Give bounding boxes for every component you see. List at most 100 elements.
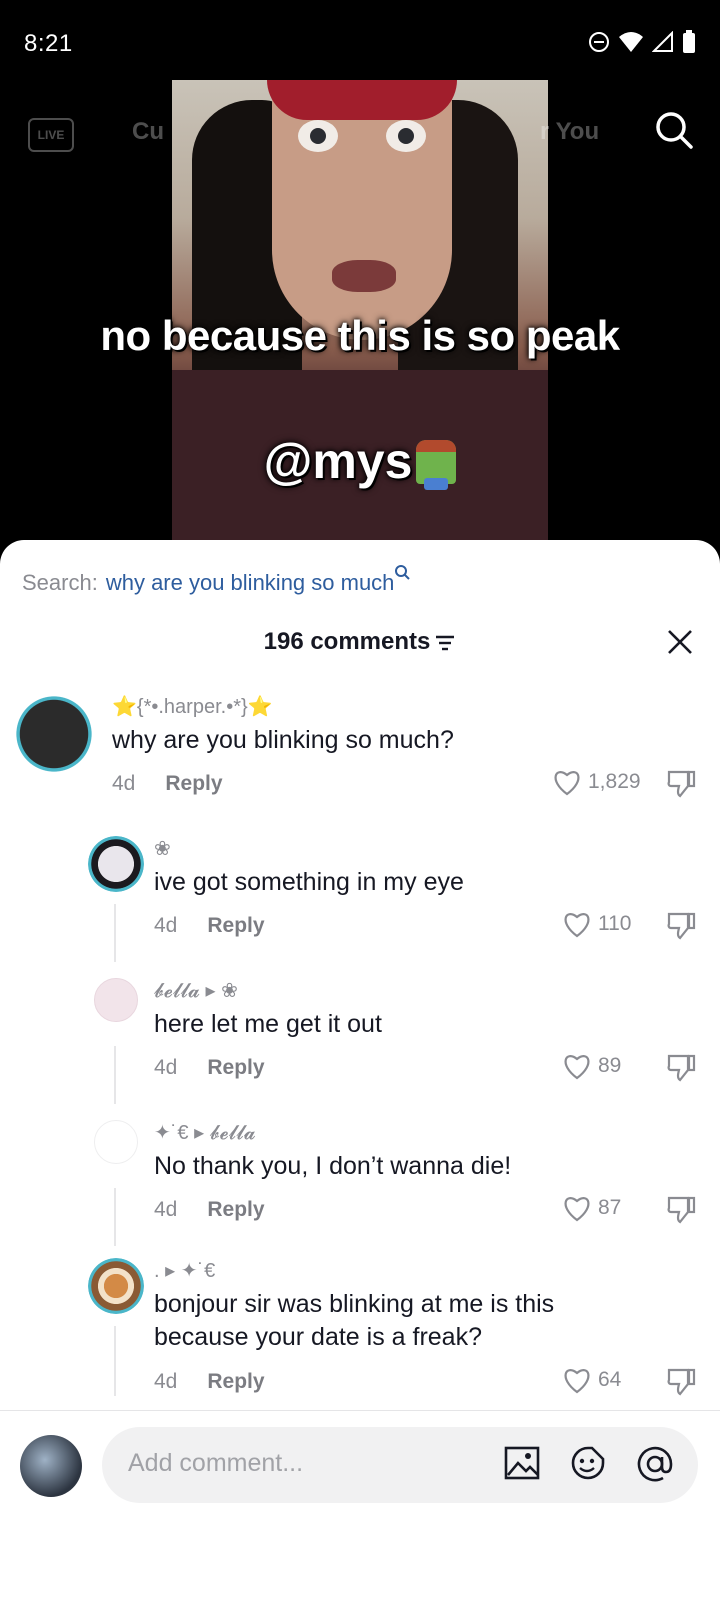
like-button[interactable]: 89 bbox=[562, 1052, 621, 1080]
avatar[interactable] bbox=[88, 1258, 144, 1314]
wifi-icon bbox=[619, 32, 643, 52]
search-suggestion-query[interactable]: why are you blinking so much bbox=[106, 570, 395, 595]
comment-meta: 4d Reply bbox=[154, 914, 265, 938]
status-time: 8:21 bbox=[24, 30, 73, 57]
thread-line bbox=[114, 1326, 116, 1396]
comments-header: 196 comments bbox=[0, 620, 720, 664]
reply-item: 𝓫𝓮𝓵𝓵𝓪 ▸ ❀ here let me get it out 4d Reply… bbox=[0, 978, 720, 1108]
battery-icon bbox=[683, 30, 695, 53]
thread-line bbox=[114, 1188, 116, 1246]
comment-meta: 4d Reply bbox=[154, 1056, 265, 1080]
comment-text: why are you blinking so much? bbox=[112, 726, 454, 754]
avatar[interactable] bbox=[14, 694, 94, 774]
mention-button[interactable] bbox=[636, 1445, 674, 1488]
status-icons bbox=[588, 30, 696, 54]
search-icon bbox=[656, 112, 693, 149]
like-button[interactable]: 1,829 bbox=[552, 768, 641, 796]
like-count: 89 bbox=[598, 1054, 622, 1077]
thread-line bbox=[114, 904, 116, 962]
avatar[interactable] bbox=[94, 978, 138, 1022]
do-not-disturb-icon bbox=[589, 32, 609, 52]
comment-username[interactable]: . ▸ ✦˙€ bbox=[154, 1258, 215, 1283]
comment-age: 4d bbox=[112, 772, 136, 795]
search-suggestion-label: Search: bbox=[22, 570, 98, 595]
dislike-button[interactable] bbox=[666, 1052, 696, 1087]
tab-following[interactable]: Cu bbox=[132, 118, 164, 146]
reply-button[interactable]: Reply bbox=[207, 1198, 264, 1221]
my-avatar[interactable] bbox=[20, 1435, 82, 1497]
close-icon bbox=[668, 630, 692, 654]
dislike-button[interactable] bbox=[666, 1194, 696, 1229]
dislike-button[interactable] bbox=[666, 1366, 696, 1401]
comment-input-bar: Add comment... bbox=[0, 1410, 720, 1511]
comment-meta: 4d Reply bbox=[112, 772, 223, 796]
dislike-icon bbox=[667, 770, 696, 798]
like-button[interactable]: 64 bbox=[562, 1366, 621, 1394]
emoji-icon bbox=[571, 1446, 605, 1480]
dislike-icon bbox=[667, 912, 696, 940]
comment-age: 4d bbox=[154, 1370, 178, 1393]
comment-meta: 4d Reply bbox=[154, 1370, 265, 1394]
avatar[interactable] bbox=[88, 836, 144, 892]
comment-age: 4d bbox=[154, 914, 178, 937]
emoji-button[interactable] bbox=[570, 1445, 606, 1486]
tab-for-you[interactable]: r You bbox=[540, 118, 599, 146]
sort-icon[interactable] bbox=[434, 634, 456, 652]
image-icon bbox=[504, 1446, 540, 1480]
like-button[interactable]: 110 bbox=[562, 910, 631, 938]
comment-username[interactable]: ✦˙€ ▸ 𝓫𝓮𝓵𝓵𝓪 bbox=[154, 1120, 256, 1145]
dislike-icon bbox=[667, 1054, 696, 1082]
signal-icon bbox=[652, 31, 673, 52]
heart-icon bbox=[564, 1055, 590, 1080]
system-nav-area bbox=[0, 1510, 720, 1600]
zombie-emoji-icon bbox=[416, 440, 457, 490]
video-mouth bbox=[332, 260, 396, 292]
like-count: 1,829 bbox=[588, 770, 641, 793]
comment-username[interactable]: ⭐{*•.harper.•*}⭐ bbox=[112, 694, 273, 719]
comments-count[interactable]: 196 comments bbox=[0, 620, 720, 664]
like-count: 110 bbox=[598, 912, 632, 935]
comment-username[interactable]: 𝓫𝓮𝓵𝓵𝓪 ▸ ❀ bbox=[154, 978, 238, 1003]
mention-icon bbox=[637, 1446, 673, 1482]
comment-username[interactable]: ❀ bbox=[154, 836, 171, 861]
heart-icon bbox=[564, 913, 590, 938]
dislike-button[interactable] bbox=[666, 768, 696, 803]
heart-icon bbox=[564, 1369, 590, 1394]
image-button[interactable] bbox=[504, 1445, 540, 1486]
search-suggestion[interactable]: Search: why are you blinking so much bbox=[22, 564, 411, 596]
like-count: 87 bbox=[598, 1196, 622, 1219]
like-count: 64 bbox=[598, 1368, 622, 1391]
reply-button[interactable]: Reply bbox=[207, 1370, 264, 1393]
video-mention: @mys bbox=[263, 433, 413, 489]
dislike-icon bbox=[667, 1196, 696, 1224]
comment-text: bonjour sir was blinking at me is this b… bbox=[154, 1290, 555, 1351]
search-icon bbox=[395, 565, 411, 580]
comment-text: ive got something in my eye bbox=[154, 868, 464, 896]
comments-count-label: 196 comments bbox=[263, 628, 431, 655]
reply-button[interactable]: Reply bbox=[165, 772, 222, 795]
reply-item: ❀ ive got something in my eye 4d Reply 11… bbox=[0, 836, 720, 966]
dislike-icon bbox=[667, 1368, 696, 1396]
video-caption: no because this is so peak bbox=[100, 312, 620, 359]
comment-text: No thank you, I don’t wanna die! bbox=[154, 1152, 512, 1180]
comment-item: ⭐{*•.harper.•*}⭐ why are you blinking so… bbox=[0, 690, 720, 810]
feed-tabs: LIVE Cu r You bbox=[0, 108, 720, 158]
reply-button[interactable]: Reply bbox=[207, 914, 264, 937]
comment-age: 4d bbox=[154, 1056, 178, 1079]
heart-icon bbox=[564, 1197, 590, 1222]
search-button[interactable] bbox=[654, 110, 694, 155]
comment-input-placeholder: Add comment... bbox=[128, 1449, 304, 1477]
live-icon[interactable]: LIVE bbox=[28, 118, 74, 152]
like-button[interactable]: 87 bbox=[562, 1194, 621, 1222]
status-bar: 8:21 bbox=[0, 0, 720, 90]
comment-age: 4d bbox=[154, 1198, 178, 1221]
close-comments-button[interactable] bbox=[666, 628, 694, 661]
avatar[interactable] bbox=[94, 1120, 138, 1164]
reply-item: ✦˙€ ▸ 𝓫𝓮𝓵𝓵𝓪 No thank you, I don’t wanna … bbox=[0, 1120, 720, 1250]
thread-line bbox=[114, 1046, 116, 1104]
reply-button[interactable]: Reply bbox=[207, 1056, 264, 1079]
dislike-button[interactable] bbox=[666, 910, 696, 945]
comment-meta: 4d Reply bbox=[154, 1198, 265, 1222]
video-mention-sticker[interactable]: @mys bbox=[0, 432, 720, 490]
comment-text: here let me get it out bbox=[154, 1010, 382, 1038]
